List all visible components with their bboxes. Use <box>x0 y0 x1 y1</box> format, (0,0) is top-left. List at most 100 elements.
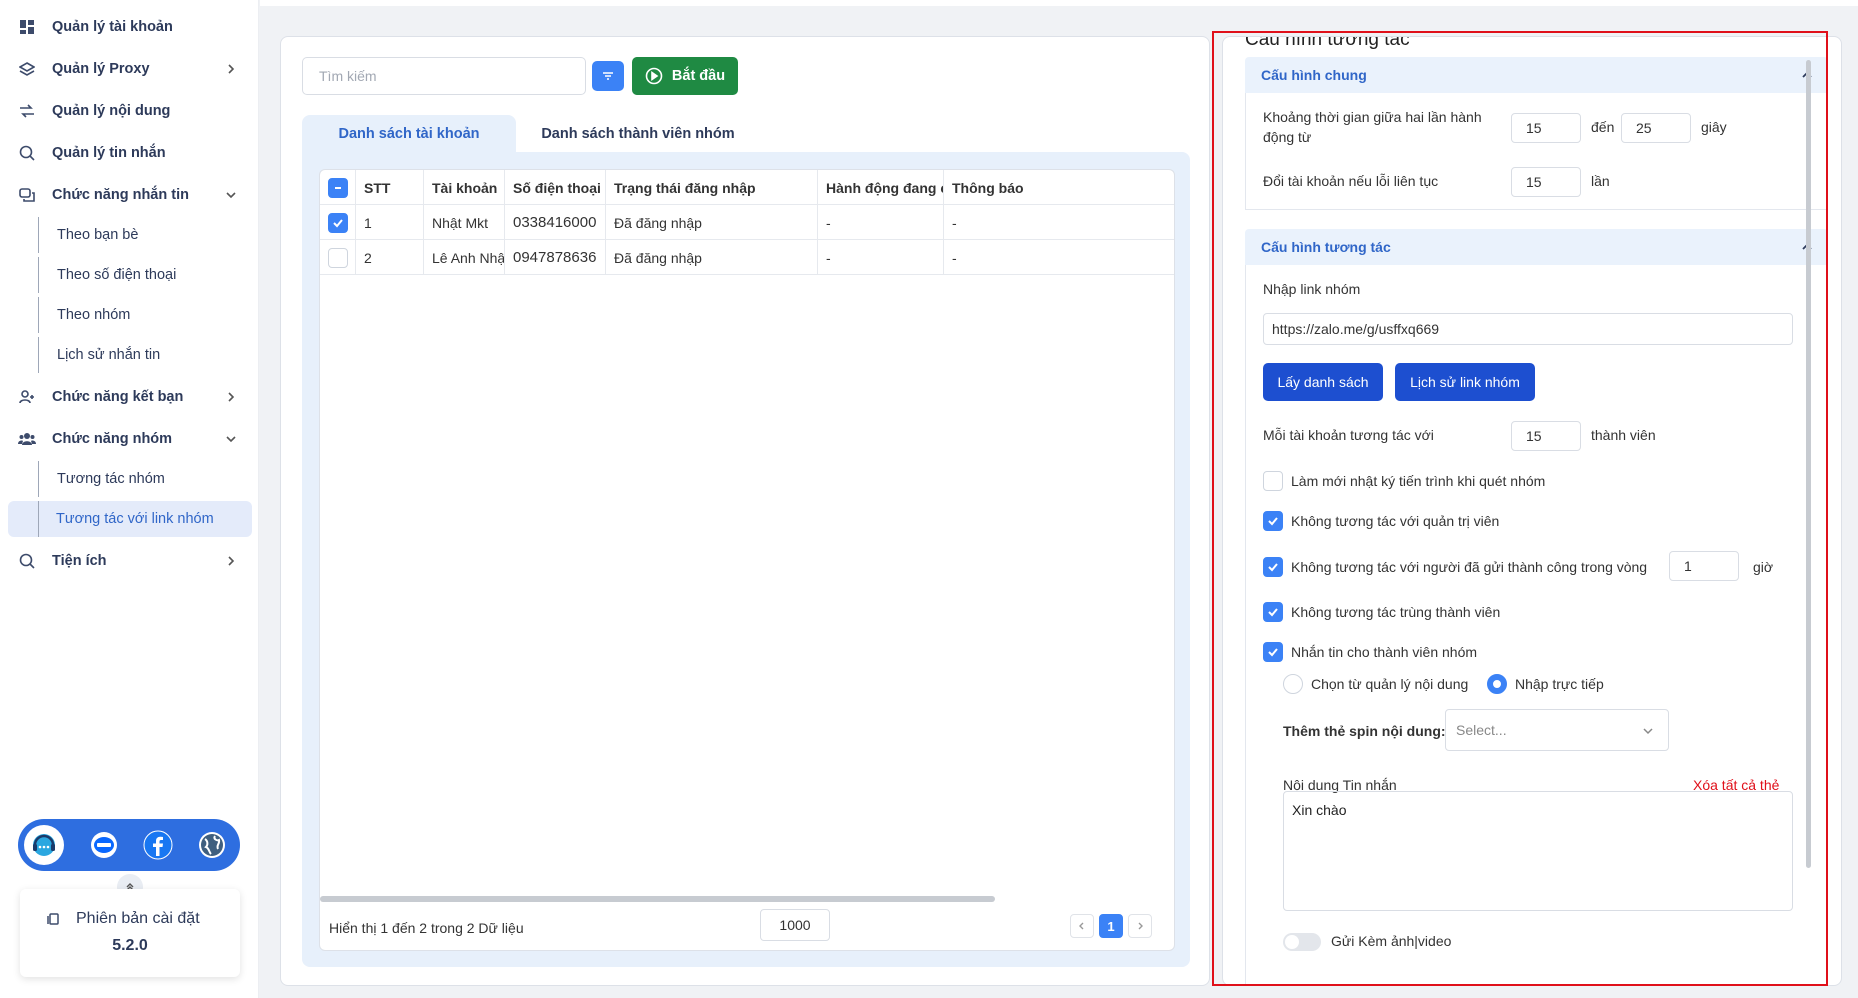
sidebar-sub-by-group[interactable]: Theo nhóm <box>38 297 252 333</box>
per-account-input[interactable]: 15 <box>1511 421 1581 451</box>
message-textarea[interactable]: Xin chào <box>1283 791 1793 911</box>
get-list-button[interactable]: Lấy danh sách <box>1263 363 1383 401</box>
horizontal-scrollbar[interactable] <box>320 896 995 902</box>
check-icon <box>1268 608 1278 617</box>
cell-stt: 2 <box>356 240 424 275</box>
skip-sent-hours-input[interactable]: 1 <box>1669 551 1739 581</box>
sidebar-item-groups[interactable]: Chức năng nhóm <box>8 421 252 457</box>
skip-sent-checkbox[interactable] <box>1263 557 1283 577</box>
sidebar-sub-label: Theo nhóm <box>57 307 131 323</box>
swap-icon <box>18 102 36 120</box>
tab-group-members[interactable]: Danh sách thành viên nhóm <box>531 115 745 153</box>
refresh-log-label: Làm mới nhật ký tiến trình khi quét nhóm <box>1291 473 1546 489</box>
config-scrollbar[interactable] <box>1806 60 1811 868</box>
support-icon[interactable] <box>24 825 64 865</box>
col-account[interactable]: Tài khoản <box>424 170 505 205</box>
search-chat-icon <box>18 144 36 162</box>
minus-icon <box>335 186 341 189</box>
cell-account: Lê Anh Nhật <box>424 240 505 275</box>
skip-duplicate-checkbox[interactable] <box>1263 602 1283 622</box>
attach-media-label: Gửi Kèm ảnh|video <box>1331 933 1452 949</box>
check-icon <box>1268 648 1278 657</box>
group-link-label: Nhập link nhóm <box>1263 281 1361 297</box>
col-stt[interactable]: STT <box>356 170 424 205</box>
spin-tag-placeholder: Select... <box>1456 722 1507 738</box>
group-link-input[interactable]: https://zalo.me/g/usffxq669 <box>1263 313 1793 345</box>
facebook-icon[interactable] <box>138 825 178 865</box>
interval-label: Khoảng thời gian giữa hai lần hành động … <box>1263 109 1482 145</box>
spin-tag-select[interactable]: Select... <box>1445 709 1669 751</box>
interaction-section-header[interactable]: Cấu hình tương tác <box>1245 229 1828 265</box>
next-page-button[interactable] <box>1128 914 1152 938</box>
tab-account-list[interactable]: Danh sách tài khoản <box>302 115 516 153</box>
interval-unit: giây <box>1701 119 1727 135</box>
attach-media-toggle[interactable] <box>1283 933 1321 951</box>
skip-duplicate-label: Không tương tác trùng thành viên <box>1291 604 1501 620</box>
skip-sent-unit: giờ <box>1753 559 1774 575</box>
sidebar-item-messages[interactable]: Quản lý tin nhắn <box>8 135 252 171</box>
message-members-checkbox[interactable] <box>1263 642 1283 662</box>
col-login-status[interactable]: Trạng thái đăng nhập <box>606 170 818 205</box>
version-card: Phiên bản cài đặt 5.2.0 <box>20 889 240 977</box>
skip-admin-label: Không tương tác với quản trị viên <box>1291 513 1500 529</box>
chevron-down-icon <box>226 192 236 199</box>
top-bar <box>260 0 1858 6</box>
link-history-button[interactable]: Lịch sử link nhóm <box>1395 363 1535 401</box>
section-title: Cấu hình chung <box>1261 67 1367 83</box>
chat-icon <box>18 186 36 204</box>
table-header: STT Tài khoản Số điện thoại Trạng thái đ… <box>320 170 1174 205</box>
skip-sent-label: Không tương tác với người đã gửi thành c… <box>1291 559 1648 575</box>
page-size-select[interactable]: 1000 <box>760 909 830 941</box>
sidebar-item-friends[interactable]: Chức năng kết bạn <box>8 379 252 415</box>
general-section-header[interactable]: Cấu hình chung <box>1245 57 1828 93</box>
search-input[interactable]: Tìm kiếm <box>302 57 586 95</box>
row-checkbox[interactable] <box>328 247 348 268</box>
sidebar-item-proxy[interactable]: Quản lý Proxy <box>8 51 252 87</box>
switch-account-input[interactable]: 15 <box>1511 167 1581 197</box>
sidebar-item-utilities[interactable]: Tiện ích <box>8 543 252 579</box>
sidebar-item-content[interactable]: Quản lý nội dung <box>8 93 252 129</box>
zalo-icon[interactable] <box>84 825 124 865</box>
sidebar-item-label: Quản lý nội dung <box>52 103 171 119</box>
sidebar-item-label: Quản lý tin nhắn <box>52 145 166 161</box>
table-row[interactable]: 1 Nhật Mkt 0338416000 Đã đăng nhập - - <box>320 205 1174 240</box>
search-placeholder: Tìm kiếm <box>319 68 377 84</box>
table-row[interactable]: 2 Lê Anh Nhật 0947878636 Đã đăng nhập - … <box>320 240 1174 275</box>
sidebar-sub-by-phone[interactable]: Theo số điện thoại <box>38 257 252 293</box>
refresh-log-checkbox[interactable] <box>1263 471 1283 491</box>
sidebar-item-label: Tiện ích <box>52 553 107 569</box>
section-title: Cấu hình tương tác <box>1261 239 1391 255</box>
chevron-right-icon <box>228 64 235 74</box>
sidebar-sub-group-link-interact[interactable]: Tương tác với link nhóm <box>8 501 252 537</box>
page-1-button[interactable]: 1 <box>1099 914 1123 938</box>
sidebar-item-messaging[interactable]: Chức năng nhắn tin <box>8 177 252 213</box>
message-members-label: Nhắn tin cho thành viên nhóm <box>1291 644 1478 660</box>
sidebar-sub-group-interact[interactable]: Tương tác nhóm <box>38 461 252 497</box>
select-all-checkbox[interactable] <box>328 177 348 198</box>
skip-admin-checkbox[interactable] <box>1263 511 1283 531</box>
col-notice[interactable]: Thông báo <box>944 170 1174 205</box>
sidebar-item-label: Chức năng nhóm <box>52 431 173 447</box>
sidebar-sub-message-history[interactable]: Lịch sử nhắn tin <box>38 337 252 373</box>
per-account-unit: thành viên <box>1591 427 1656 443</box>
per-account-label: Mỗi tài khoản tương tác với <box>1263 427 1434 443</box>
col-current-action[interactable]: Hành động đang c... <box>818 170 944 205</box>
interval-from-input[interactable]: 15 <box>1511 113 1581 143</box>
cell-action: - <box>818 205 944 240</box>
config-panel: Cấu hình tương tác Cấu hình chung Khoảng… <box>1222 36 1842 986</box>
radio-direct-input[interactable] <box>1487 674 1507 694</box>
interval-to-input[interactable]: 25 <box>1621 113 1691 143</box>
sidebar-sub-by-friends[interactable]: Theo bạn bè <box>38 217 252 253</box>
start-button[interactable]: Bắt đầu <box>632 57 738 95</box>
col-phone[interactable]: Số điện thoại <box>505 170 606 205</box>
prev-page-button[interactable] <box>1070 914 1094 938</box>
filter-button[interactable] <box>592 61 624 91</box>
sidebar-item-accounts[interactable]: Quản lý tài khoản <box>8 9 252 45</box>
tab-label: Danh sách tài khoản <box>338 126 480 142</box>
layers-icon <box>18 60 36 78</box>
globe-icon[interactable] <box>192 825 232 865</box>
row-checkbox[interactable] <box>328 212 348 233</box>
table-summary: Hiển thị 1 đến 2 trong 2 Dữ liệu <box>329 920 524 936</box>
radio-content-manager[interactable] <box>1283 674 1303 694</box>
cell-status: Đã đăng nhập <box>606 205 818 240</box>
